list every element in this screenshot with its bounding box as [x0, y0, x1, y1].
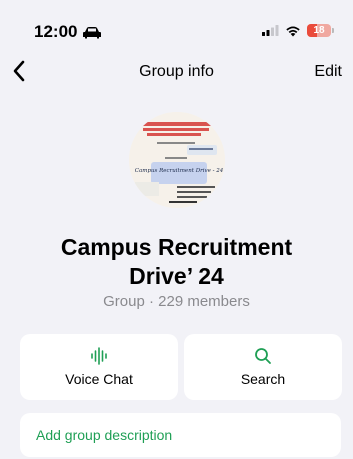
group-name: Campus Recruitment Drive’ 24: [0, 233, 353, 291]
voice-chat-button[interactable]: Voice Chat: [20, 334, 178, 400]
group-name-line1: Campus Recruitment: [60, 234, 293, 260]
wifi-icon: [286, 26, 300, 36]
add-group-description-label: Add group description: [36, 427, 173, 443]
group-poster-image: Campus Recruitment Drive - 24: [129, 112, 225, 208]
poster-title-text: Campus Recruitment Drive - 24: [135, 168, 224, 174]
audio-waveform-icon: [91, 347, 107, 365]
add-group-description-button[interactable]: Add group description: [20, 413, 341, 457]
search-label: Search: [240, 371, 286, 387]
search-icon: [255, 348, 271, 364]
edit-button[interactable]: Edit: [314, 63, 342, 81]
navigation-bar: Group info Edit: [0, 58, 353, 88]
status-indicators: 18: [262, 24, 334, 37]
status-time: 12:00: [34, 22, 78, 41]
cellular-signal-icon: [262, 25, 279, 36]
battery-icon: 18: [307, 24, 334, 37]
battery-level: 18: [313, 25, 325, 36]
status-time-group: 12:00: [34, 22, 102, 42]
status-bar: 12:00 18: [0, 0, 353, 56]
search-button[interactable]: Search: [184, 334, 342, 400]
voice-chat-label: Voice Chat: [65, 371, 133, 387]
group-member-count: Group · 229 members: [103, 293, 250, 310]
page-title: Group info: [139, 63, 214, 80]
car-icon: [83, 26, 102, 38]
group-avatar[interactable]: Campus Recruitment Drive - 24: [129, 112, 225, 208]
group-name-line2: Drive’ 24: [129, 263, 224, 289]
